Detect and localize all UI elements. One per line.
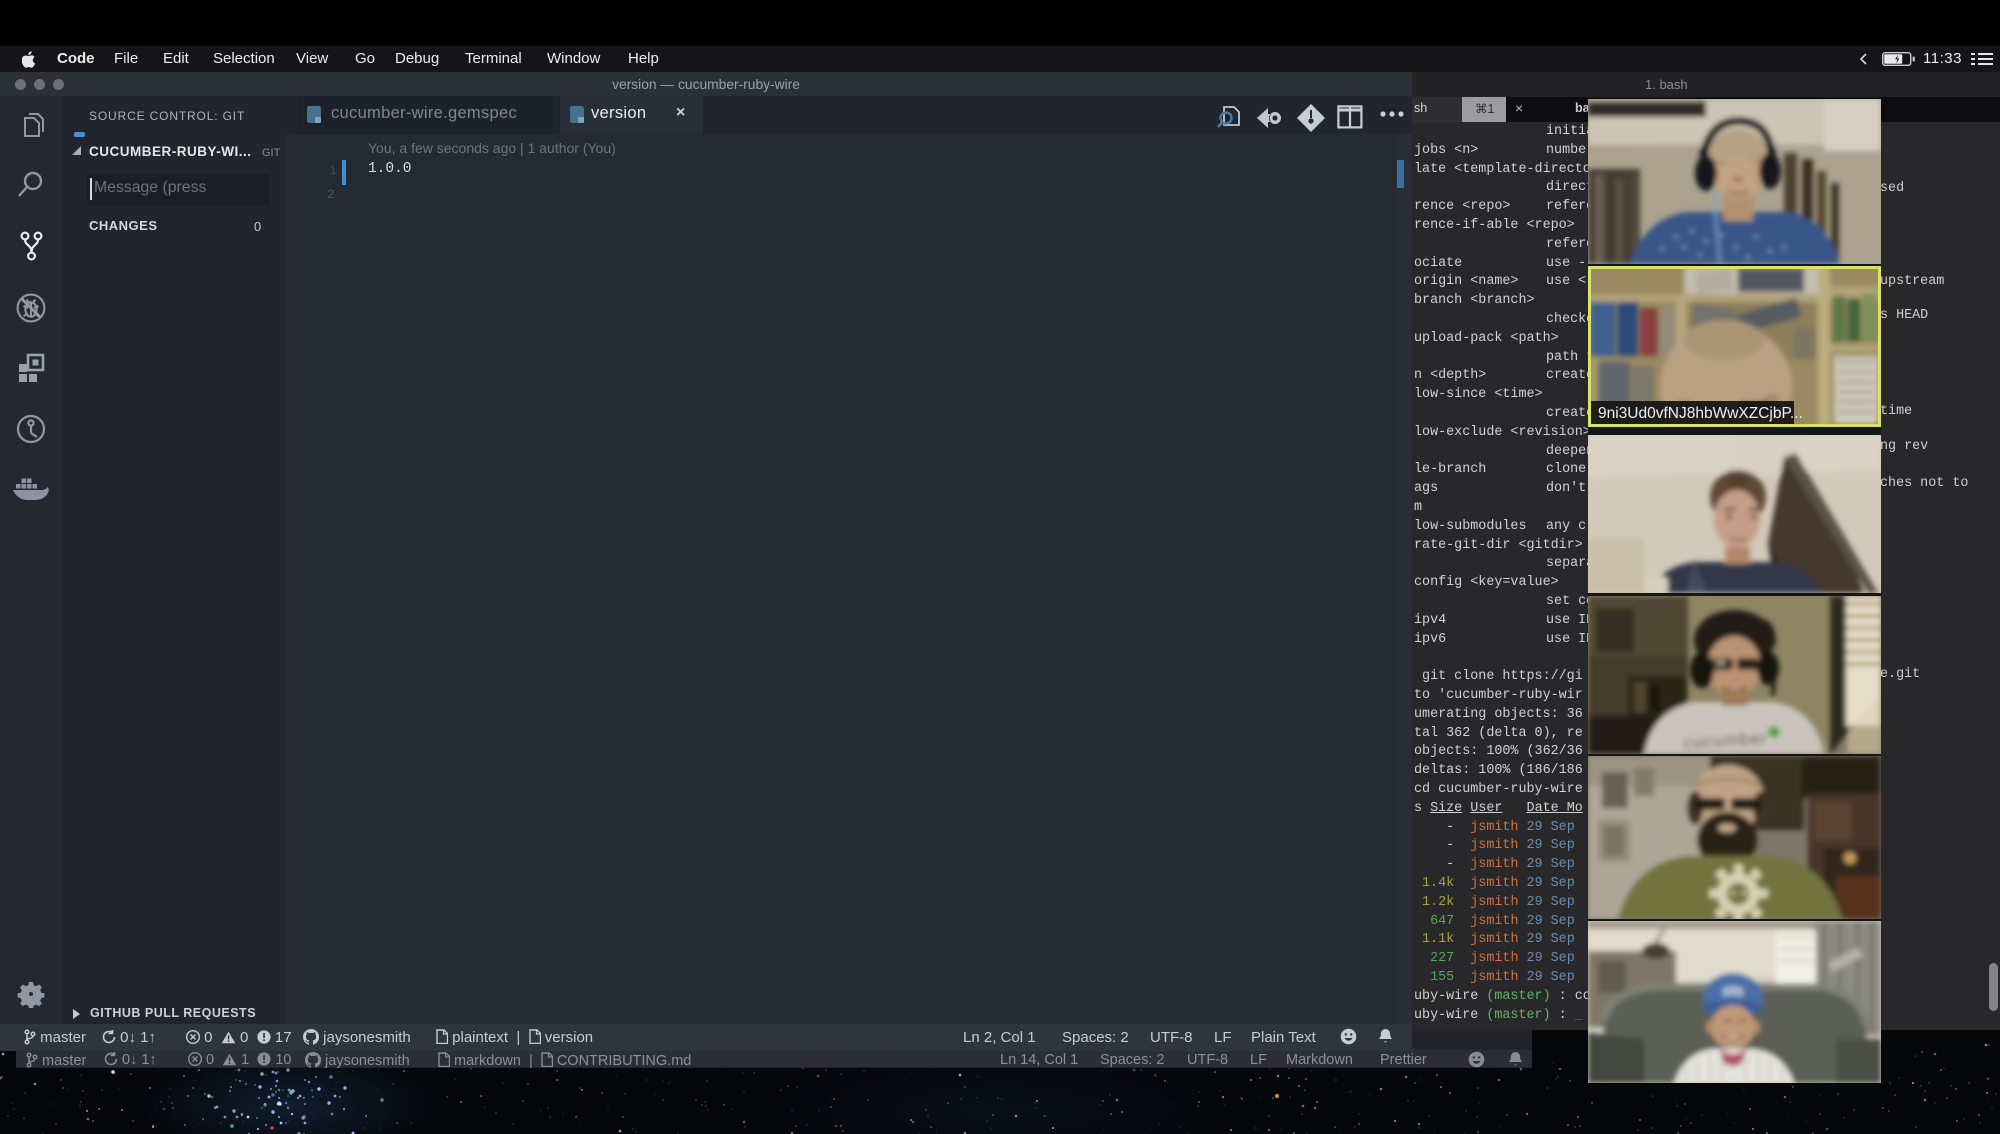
svg-text:9ni3Ud0vfNJ8hbWwXZCjbP...: 9ni3Ud0vfNJ8hbWwXZCjbP... — [1598, 405, 1803, 422]
